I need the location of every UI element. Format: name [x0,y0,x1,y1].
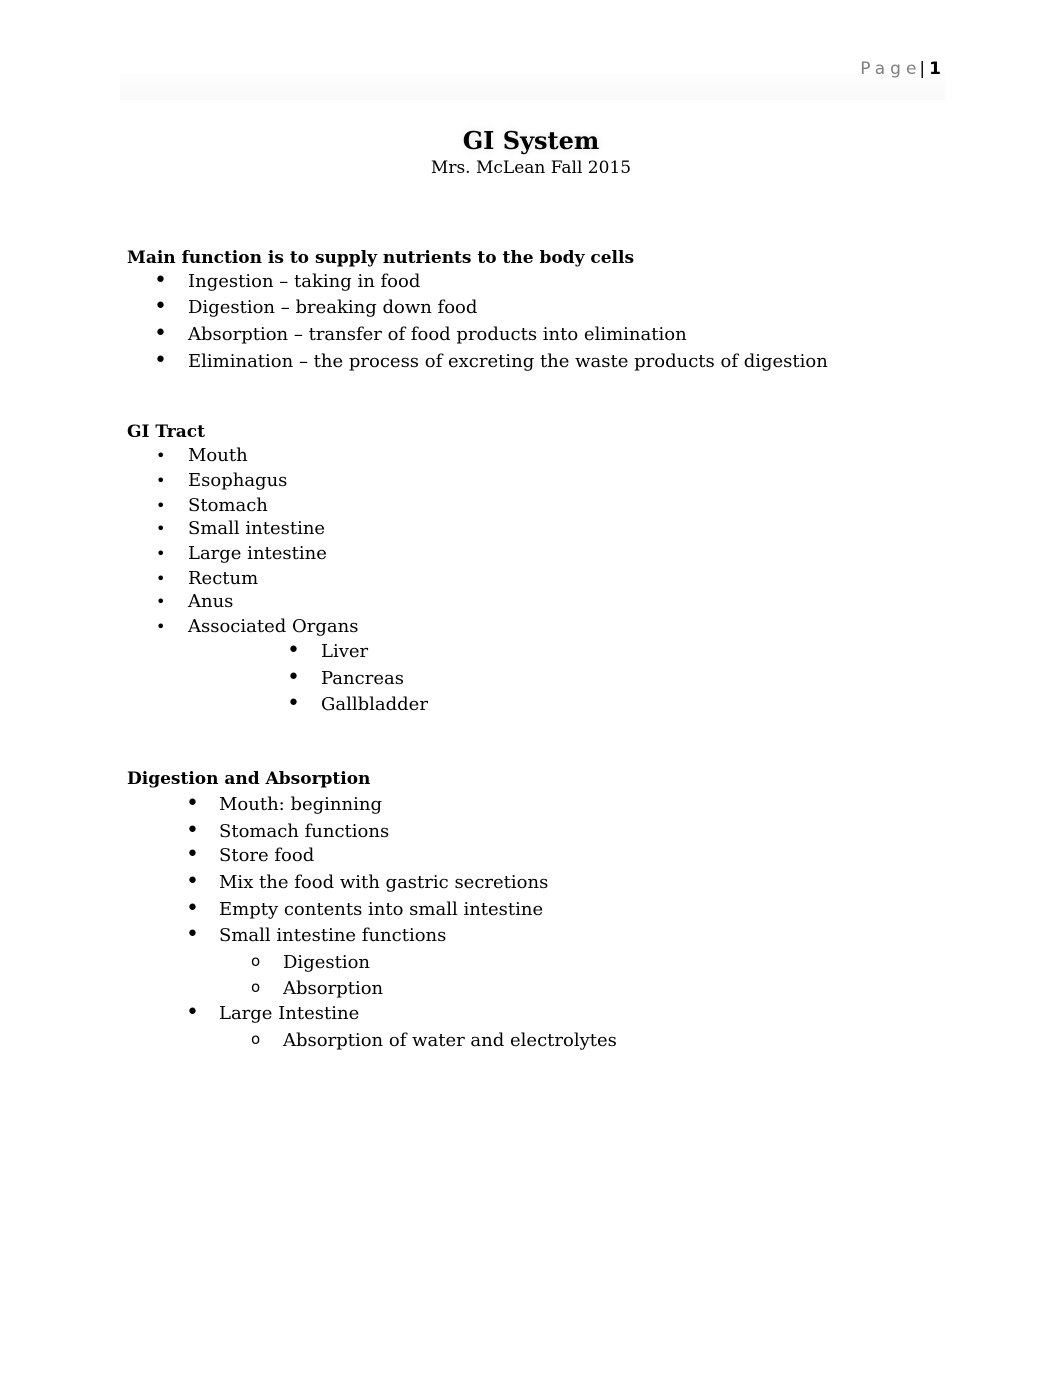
list-item: Large Intestine [219,1003,360,1024]
list-subitem: Digestion [283,952,371,973]
bullet-disc-icon: • [287,665,300,690]
list-item: Store food [219,845,315,866]
bullet-disc-icon: • [287,638,300,663]
bullet-disc-icon: • [186,818,199,843]
bullet-disc-icon: • [156,496,166,515]
page-number-header: Page| 1 [860,59,941,79]
list-item: Mix the food with gastric secretions [219,872,549,893]
document-subtitle: Mrs. McLean Fall 2015 [430,158,632,178]
list-item: Anus [188,591,234,612]
list-item: Ingestion – taking in food [188,271,421,292]
bullet-disc-icon: • [186,1000,199,1025]
document-title: GI System [462,126,600,155]
page-separator: | [919,59,926,79]
section-heading-main-function: Main function is to supply nutrients to … [127,248,635,268]
bullet-circle-icon: o [251,952,261,970]
list-subitem: Liver [321,641,369,662]
bullet-circle-icon: o [251,978,261,996]
list-subitem: Gallbladder [321,694,428,715]
list-item: Associated Organs [188,616,359,637]
bullet-circle-icon: o [251,1030,261,1048]
bullet-disc-icon: • [186,869,199,894]
list-item: Empty contents into small intestine [219,899,544,920]
bullet-disc-icon: • [186,922,199,947]
list-subitem: Absorption [283,978,384,999]
bullet-disc-icon: • [156,569,166,588]
page-number: 1 [929,59,941,79]
list-item: Digestion – breaking down food [188,297,478,318]
bullet-disc-icon: • [156,446,166,465]
list-item: Stomach functions [219,821,390,842]
list-item: Stomach [188,495,268,516]
bullet-disc-icon: • [154,348,167,373]
section-heading-digestion-absorption: Digestion and Absorption [127,769,371,789]
list-item: Large intestine [188,543,327,564]
list-subitem: Pancreas [321,668,404,689]
bullet-disc-icon: • [156,617,166,636]
bullet-disc-icon: • [156,519,166,538]
page-label: Page [860,59,922,79]
bullet-disc-icon: • [154,321,167,346]
list-item: Mouth [188,445,248,466]
bullet-disc-icon: • [156,592,166,611]
list-item: Elimination – the process of excreting t… [188,351,828,372]
bullet-disc-icon: • [186,791,199,816]
bullet-disc-icon: • [186,896,199,921]
bullet-disc-icon: • [287,691,300,716]
list-item: Small intestine [188,518,326,539]
bullet-disc-icon: • [186,842,199,867]
list-item: Rectum [188,568,259,589]
bullet-disc-icon: • [154,268,167,293]
list-item: Esophagus [188,470,288,491]
bullet-disc-icon: • [154,294,167,319]
bullet-disc-icon: • [156,471,166,490]
list-item: Small intestine functions [219,925,447,946]
bullet-disc-icon: • [156,544,166,563]
header-band [120,74,945,100]
list-item: Mouth: beginning [219,794,382,815]
section-heading-gi-tract: GI Tract [127,422,205,442]
list-subitem: Absorption of water and electrolytes [283,1030,617,1051]
list-item: Absorption – transfer of food products i… [188,324,687,345]
